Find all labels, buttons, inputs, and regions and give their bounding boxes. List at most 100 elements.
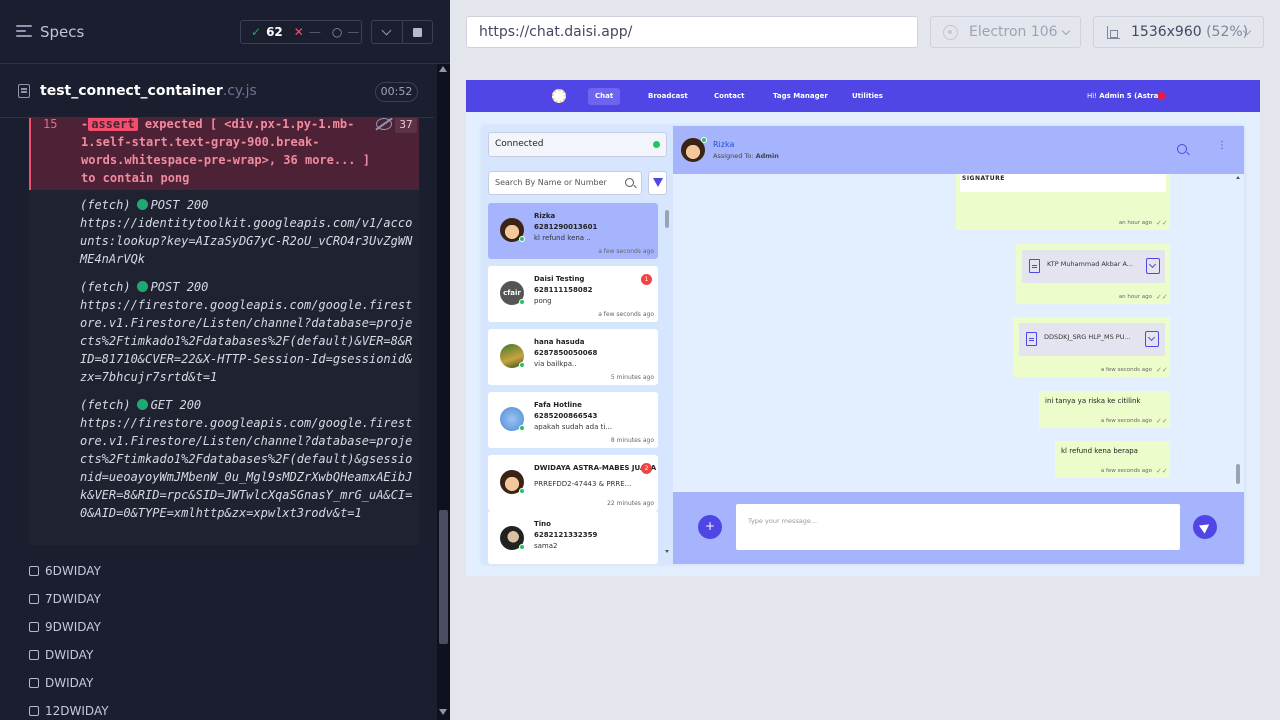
contact-item[interactable]: Fafa Hotline 6285200866543 apakah sudah … bbox=[488, 392, 658, 448]
download-icon[interactable] bbox=[1146, 258, 1160, 274]
contact-phone: 6285200866543 bbox=[534, 412, 598, 420]
log-url: https://identitytoolkit.googleapis.com/v… bbox=[80, 216, 413, 266]
message-list: SIGNATURE an hour ago ✓✓ KTP Muhammad Ak… bbox=[673, 174, 1244, 492]
scroll-up-icon[interactable] bbox=[1236, 176, 1240, 179]
nav-tags-manager[interactable]: Tags Manager bbox=[766, 88, 835, 105]
command-log: 15 - assert expected [ <div.px-1.py-1.mb-… bbox=[29, 118, 419, 545]
spec-ext: .cy.js bbox=[222, 83, 257, 99]
log-method: POST 200 bbox=[150, 280, 209, 294]
url-field[interactable]: https://chat.daisi.app/ bbox=[466, 16, 918, 48]
contact-phone: 6282121332359 bbox=[534, 531, 598, 539]
send-button[interactable] bbox=[1193, 515, 1217, 539]
filter-button[interactable] bbox=[648, 171, 667, 195]
message-input[interactable]: Type your message... bbox=[736, 504, 1180, 550]
message-text: SIGNATURE bbox=[962, 175, 1005, 182]
avatar-label: cfair bbox=[503, 289, 521, 297]
logo-icon[interactable] bbox=[552, 89, 566, 103]
browser-selector[interactable]: Electron 106 bbox=[930, 16, 1081, 48]
avatar bbox=[500, 526, 525, 550]
message-bubble: ini tanya ya riska ke citilink a few sec… bbox=[1039, 391, 1170, 428]
nav-broadcast[interactable]: Broadcast bbox=[641, 88, 695, 105]
greeting-prefix: Hi! bbox=[1087, 92, 1100, 100]
runner-panel: Specs ✓ 62 ✕ — ○ — test_connect_containe… bbox=[0, 0, 450, 720]
search-icon[interactable] bbox=[1177, 144, 1187, 154]
scroll-thumb[interactable] bbox=[439, 510, 448, 644]
log-entry[interactable]: (fetch) GET 200 https://firestore.googlea… bbox=[80, 396, 415, 522]
file-attachment[interactable]: KTP Muhammad Akbar A... bbox=[1022, 250, 1165, 283]
message-bubble: kl refund kena berapa a few seconds ago … bbox=[1055, 441, 1170, 478]
stop-button[interactable] bbox=[403, 20, 433, 44]
contact-item[interactable]: Tino 6282121332359 sama2 bbox=[488, 511, 658, 564]
contact-time: 5 minutes ago bbox=[610, 374, 654, 381]
test-stats: ✓ 62 ✕ — ○ — bbox=[240, 20, 362, 44]
user-icon[interactable] bbox=[1158, 91, 1165, 100]
test-label: 9DWIDAY bbox=[45, 620, 101, 634]
test-item[interactable]: DWIDAY bbox=[29, 645, 93, 665]
chat-header: Rizka Assigned To: Admin ⋮ bbox=[673, 126, 1244, 174]
browser-label: Electron 106 bbox=[969, 24, 1058, 40]
specs-title[interactable]: Specs bbox=[40, 23, 84, 41]
connection-status: Connected bbox=[488, 132, 667, 157]
test-item[interactable]: 6DWIDAY bbox=[29, 561, 101, 581]
test-label: 7DWIDAY bbox=[45, 592, 101, 606]
checkbox-icon bbox=[29, 650, 39, 660]
log-method: POST 200 bbox=[150, 198, 209, 212]
messages-scrollbar[interactable] bbox=[1235, 174, 1241, 492]
avatar bbox=[500, 470, 525, 494]
log-entry[interactable]: (fetch) POST 200 https://firestore.google… bbox=[80, 278, 415, 386]
download-icon[interactable] bbox=[1145, 331, 1159, 347]
message-time: an hour ago bbox=[1118, 220, 1152, 226]
app-frame: Chat Broadcast Contact Tags Manager Util… bbox=[466, 80, 1260, 576]
contact-item[interactable]: Rizka 6281290013601 kl refund kena .. a … bbox=[488, 203, 658, 259]
log-entry[interactable]: (fetch) POST 200 https://identitytoolkit.… bbox=[80, 196, 415, 268]
test-item[interactable]: DWIDAY bbox=[29, 673, 93, 693]
contact-item[interactable]: hana hasuda 6287850050068 via bailkpa.. … bbox=[488, 329, 658, 385]
chevron-down-icon[interactable] bbox=[371, 20, 403, 44]
contacts-scrollbar[interactable] bbox=[664, 206, 670, 556]
contact-item[interactable]: DWIDAYA ASTRA-MABES JUARA PRREFDD2-47443… bbox=[488, 455, 658, 511]
chat-card: Connected Search By Name or Number Rizka… bbox=[482, 126, 1244, 564]
viewport-selector[interactable]: 1536x960 (52%) bbox=[1093, 16, 1264, 48]
scroll-down-icon[interactable] bbox=[439, 709, 447, 715]
double-check-icon: ✓✓ bbox=[1156, 293, 1168, 301]
contacts-panel: Connected Search By Name or Number Rizka… bbox=[482, 126, 673, 564]
checkbox-icon bbox=[29, 678, 39, 688]
contact-last-message: kl refund kena .. bbox=[534, 234, 591, 242]
online-dot-icon bbox=[519, 544, 525, 550]
status-dot-icon bbox=[136, 199, 148, 210]
search-input[interactable]: Search By Name or Number bbox=[488, 171, 642, 195]
chat-contact-name[interactable]: Rizka bbox=[713, 140, 734, 149]
message-text: kl refund kena berapa bbox=[1061, 447, 1138, 455]
log-label: (fetch) bbox=[80, 198, 131, 212]
test-item[interactable]: 7DWIDAY bbox=[29, 589, 101, 609]
runner-scrollbar[interactable] bbox=[437, 64, 450, 720]
file-attachment[interactable]: DDSDKJ_SRG HLP_MS PU... bbox=[1019, 323, 1165, 356]
menu-icon[interactable] bbox=[16, 25, 32, 39]
contact-item[interactable]: cfair Daisi Testing 628111158082 pong a … bbox=[488, 266, 658, 322]
avatar bbox=[500, 407, 525, 431]
document-icon bbox=[1029, 259, 1040, 273]
more-vertical-icon[interactable]: ⋮ bbox=[1217, 141, 1227, 154]
scroll-down-icon[interactable] bbox=[665, 550, 669, 553]
document-icon bbox=[1026, 332, 1037, 346]
nav-chat[interactable]: Chat bbox=[588, 88, 621, 105]
assert-entry[interactable]: 15 - assert expected [ <div.px-1.py-1.mb-… bbox=[29, 118, 419, 190]
attach-button[interactable]: + bbox=[698, 515, 722, 539]
scroll-up-icon[interactable] bbox=[439, 66, 447, 72]
contact-last-message: sama2 bbox=[534, 542, 558, 550]
test-item[interactable]: 9DWIDAY bbox=[29, 617, 101, 637]
test-item[interactable]: 12DWIDAY bbox=[29, 701, 109, 720]
checkbox-icon bbox=[29, 594, 39, 604]
connection-label: Connected bbox=[495, 139, 544, 149]
avatar: cfair bbox=[500, 281, 525, 305]
contact-time: a few seconds ago bbox=[598, 248, 654, 255]
check-icon: ✓ bbox=[251, 25, 262, 39]
scroll-thumb[interactable] bbox=[665, 210, 669, 228]
nav-contact[interactable]: Contact bbox=[707, 88, 752, 105]
viewport-size: 1536x960 bbox=[1131, 24, 1202, 40]
scroll-thumb[interactable] bbox=[1236, 464, 1240, 484]
nav-utilities[interactable]: Utilities bbox=[845, 88, 890, 105]
spec-name[interactable]: test_connect_container.cy.js bbox=[40, 83, 257, 99]
message-composer: + Type your message... bbox=[673, 492, 1244, 564]
online-dot-icon bbox=[519, 488, 525, 494]
